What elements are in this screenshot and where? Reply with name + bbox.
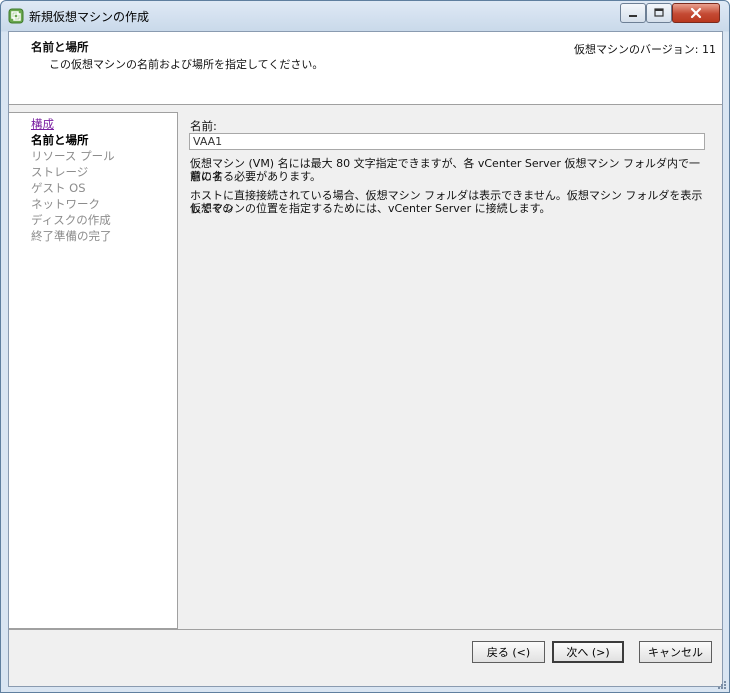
vsphere-app-icon: [8, 8, 24, 24]
maximize-button[interactable]: [646, 3, 672, 23]
close-button[interactable]: [672, 3, 720, 23]
page-title: 名前と場所: [31, 40, 89, 54]
step-configuration-link[interactable]: 構成: [31, 116, 54, 132]
minimize-icon: [629, 15, 637, 17]
title-bar[interactable]: 新規仮想マシンの作成: [1, 1, 729, 31]
vm-version-label: 仮想マシンのバージョン: 11: [574, 43, 716, 56]
close-icon: [690, 7, 702, 19]
name-info-line-2: 前にする必要があります。: [190, 170, 322, 183]
step-guest-os: ゲスト OS: [31, 181, 86, 195]
step-name-and-location: 名前と場所: [31, 133, 89, 147]
back-button[interactable]: 戻る (<): [472, 641, 545, 663]
page-description: この仮想マシンの名前および場所を指定してください。: [49, 58, 324, 71]
next-button[interactable]: 次へ (>): [552, 641, 624, 663]
step-ready-to-complete: 終了準備の完了: [31, 229, 112, 243]
resize-grip-icon[interactable]: [717, 680, 727, 690]
wizard-steps-sidebar: 構成 名前と場所 リソース プール ストレージ ゲスト OS ネットワーク ディ…: [9, 112, 178, 629]
wizard-client-area: 名前と場所 この仮想マシンの名前および場所を指定してください。 仮想マシンのバー…: [8, 31, 723, 687]
cancel-button[interactable]: キャンセル: [639, 641, 712, 663]
wizard-header: 名前と場所 この仮想マシンの名前および場所を指定してください。 仮想マシンのバー…: [9, 32, 722, 105]
wizard-content: 名前: 仮想マシン (VM) 名には最大 80 文字指定できますが、各 vCen…: [178, 112, 722, 627]
vm-name-input[interactable]: [189, 133, 705, 150]
maximize-icon: [654, 8, 664, 17]
footer-divider: [9, 629, 722, 630]
step-network: ネットワーク: [31, 197, 100, 211]
step-storage: ストレージ: [31, 165, 89, 179]
minimize-button[interactable]: [620, 3, 646, 23]
name-label: 名前:: [190, 119, 217, 133]
wizard-window: 新規仮想マシンの作成 名前と場所 この仮想マシンの名前および場所を指定してくださ…: [0, 0, 730, 693]
step-create-disk: ディスクの作成: [31, 213, 111, 227]
folder-info-line-2: 仮想マシンの位置を指定するためには、vCenter Server に接続します。: [190, 202, 551, 215]
step-resource-pool: リソース プール: [31, 149, 115, 163]
window-title: 新規仮想マシンの作成: [29, 10, 150, 24]
